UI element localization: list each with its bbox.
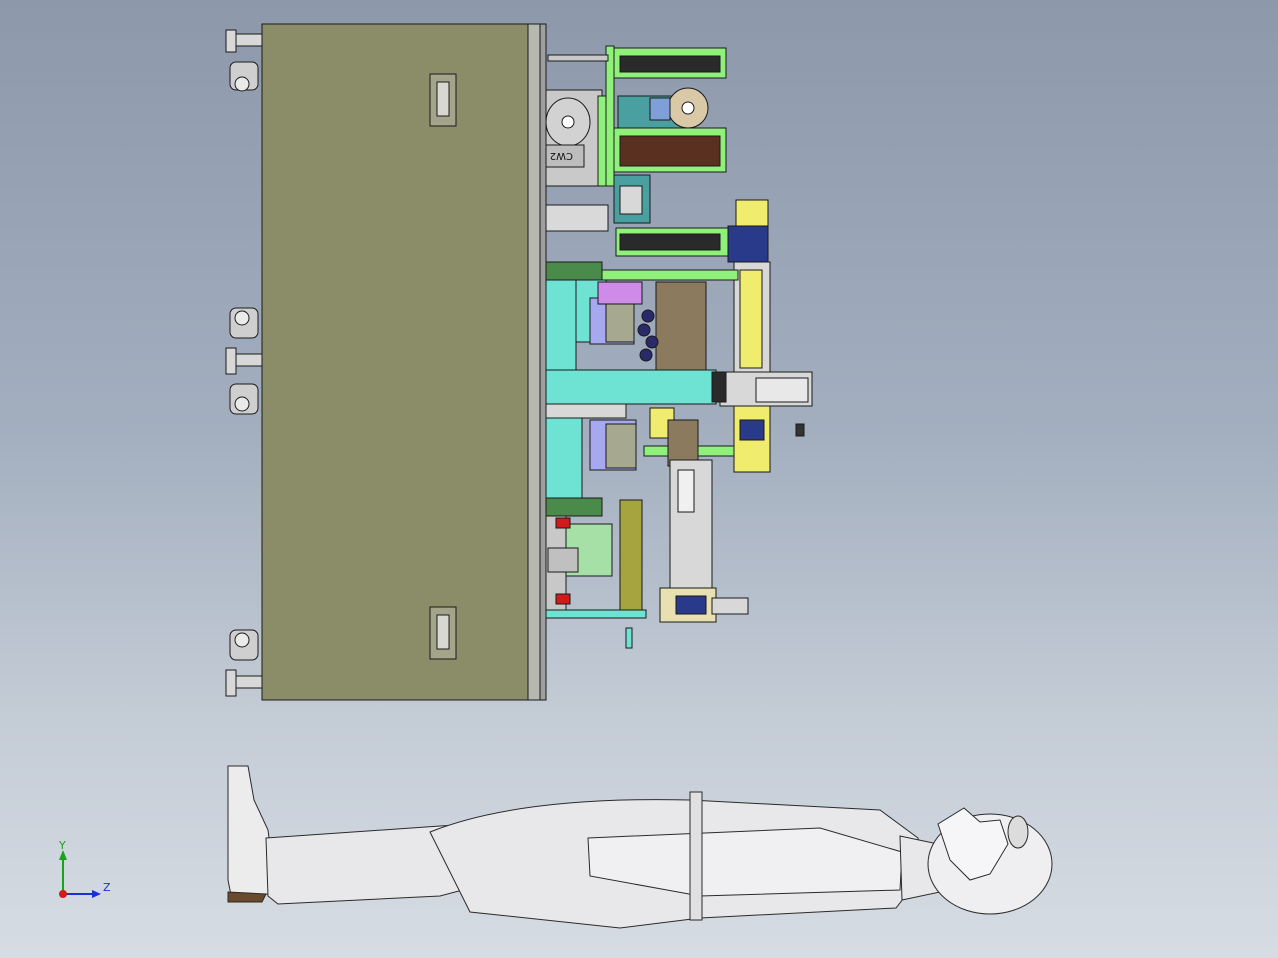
machine-assembly[interactable]: CW2 <box>225 23 813 701</box>
upper-mechanism: CW2 <box>545 45 729 257</box>
axis-triad: Y Z <box>58 839 111 898</box>
cad-viewport[interactable]: CW2 Y Z <box>0 0 1278 958</box>
motor-label: CW2 <box>550 150 573 161</box>
lower-assembly <box>545 499 749 649</box>
leveling-feet <box>225 29 265 697</box>
origin-dot <box>59 890 67 898</box>
z-axis-label: Z <box>103 881 111 894</box>
linear-module-right <box>719 199 813 473</box>
human-scale-figure[interactable] <box>227 765 1053 929</box>
y-axis-label: Y <box>58 839 66 852</box>
cabinet-body <box>261 23 531 701</box>
